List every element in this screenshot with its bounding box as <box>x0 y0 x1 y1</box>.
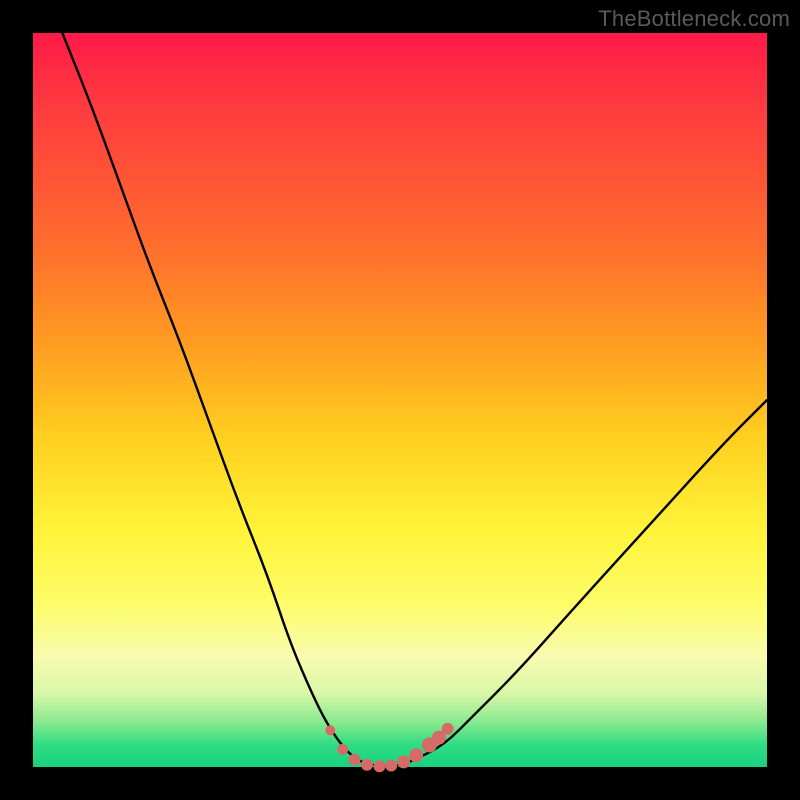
minimum-markers <box>325 723 453 772</box>
watermark-text: TheBottleneck.com <box>598 6 790 32</box>
minimum-marker <box>361 759 373 771</box>
minimum-marker <box>409 748 423 762</box>
chart-frame: TheBottleneck.com <box>0 0 800 800</box>
minimum-marker <box>442 723 454 735</box>
minimum-marker <box>397 755 410 768</box>
minimum-marker <box>373 760 385 772</box>
minimum-marker <box>348 754 360 766</box>
minimum-marker <box>337 744 348 755</box>
gradient-plot-area <box>33 33 767 767</box>
minimum-marker <box>325 725 335 735</box>
curve-layer <box>33 33 767 767</box>
bottleneck-curve <box>62 33 767 767</box>
minimum-marker <box>385 760 397 772</box>
